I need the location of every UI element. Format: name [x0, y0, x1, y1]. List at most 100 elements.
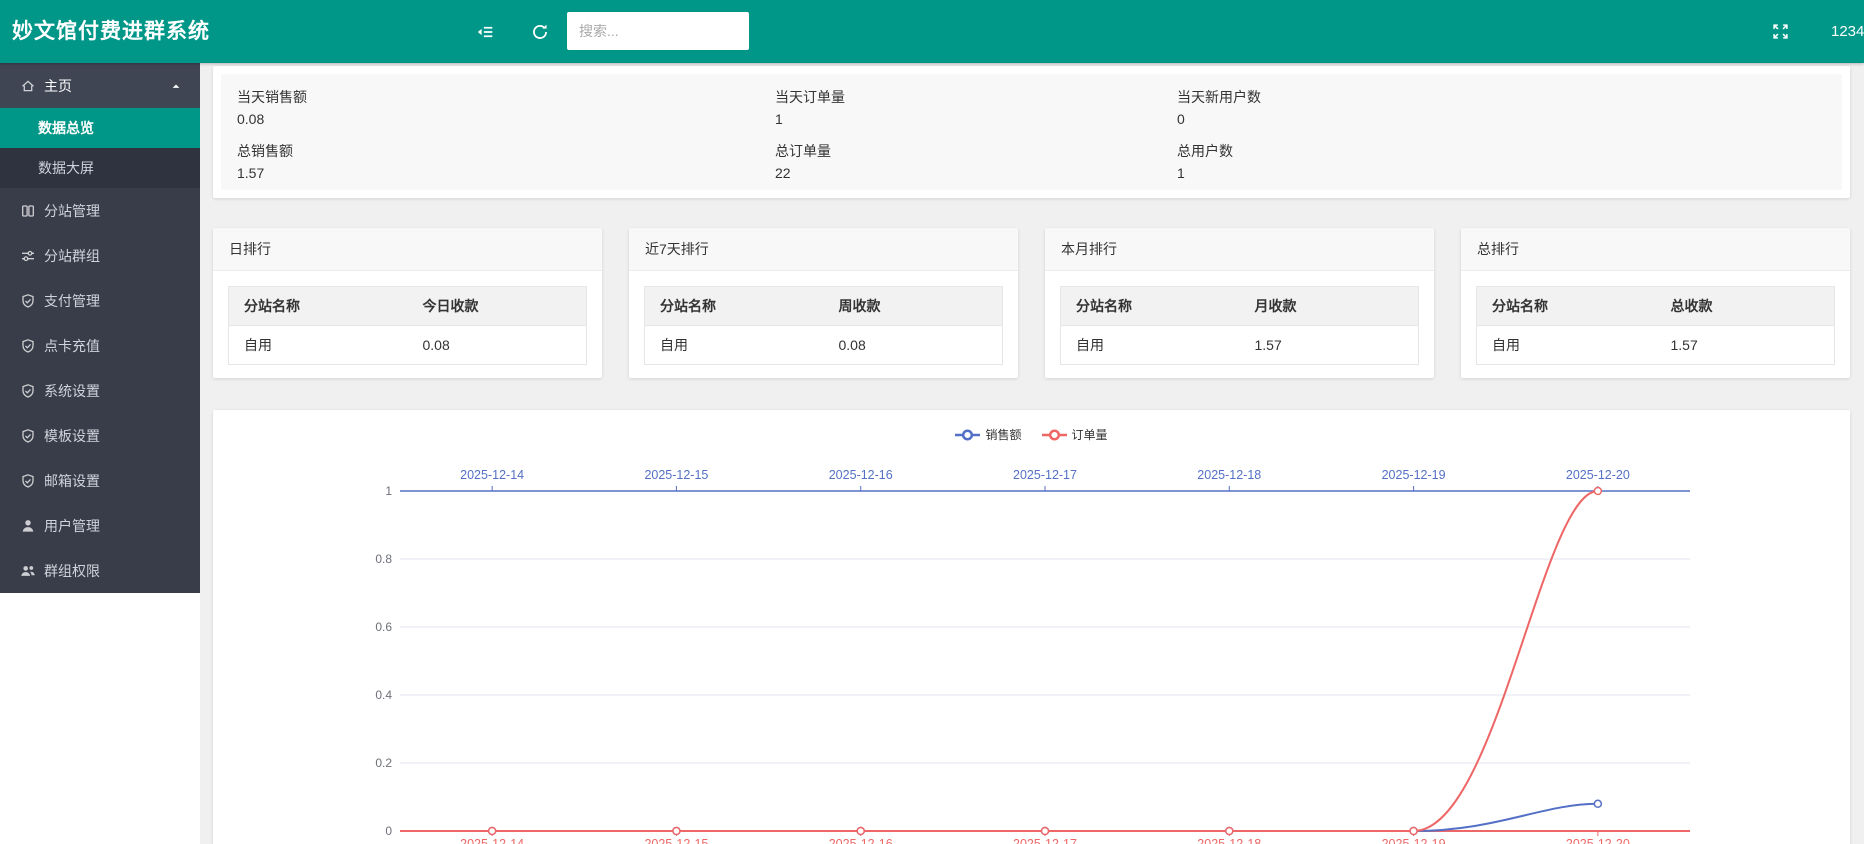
username[interactable]: 12345 [1831, 0, 1864, 63]
svg-text:2025-12-20: 2025-12-20 [1566, 837, 1630, 844]
sidebar-item-4[interactable]: 点卡充值 [0, 323, 200, 368]
chart-card: 销售额 订单量 00.20.40.60.812025-12-142025-12-1… [213, 410, 1850, 844]
ranking-title: 近7天排行 [629, 228, 1018, 271]
stat-1: 当天订单量1 [775, 82, 1177, 136]
shield-check-icon [20, 428, 36, 444]
stat-value: 1.57 [237, 162, 775, 184]
sidebar-item-5[interactable]: 系统设置 [0, 368, 200, 413]
sidebar-item-6[interactable]: 模板设置 [0, 413, 200, 458]
user-icon [20, 518, 36, 534]
app-header: 妙文馆付费进群系统 12345 [0, 0, 1864, 63]
sidebar-item-label: 支付管理 [44, 291, 100, 311]
legend-item-销售额[interactable]: 销售额 [955, 426, 1021, 443]
rankings-row: 日排行分站名称今日收款自用0.08近7天排行分站名称周收款自用0.08本月排行分… [213, 228, 1850, 378]
sidebar-subitem-0-1[interactable]: 数据大屏 [0, 148, 200, 188]
stat-value: 0.08 [237, 108, 775, 130]
menu-toggle-icon[interactable] [467, 0, 503, 63]
ranking-card-2: 本月排行分站名称月收款自用1.57 [1045, 228, 1434, 378]
columns-icon [20, 203, 36, 219]
legend-line-icon [955, 429, 980, 441]
sliders-icon [20, 248, 36, 264]
search-input[interactable] [567, 12, 749, 50]
ranking-table: 分站名称周收款自用0.08 [644, 286, 1003, 365]
stat-value: 1 [775, 108, 1177, 130]
svg-text:2025-12-18: 2025-12-18 [1197, 837, 1261, 844]
ranking-table: 分站名称总收款自用1.57 [1476, 286, 1835, 365]
ranking-table: 分站名称今日收款自用0.08 [228, 286, 587, 365]
users-icon [20, 563, 36, 579]
stat-value: 1 [1177, 162, 1842, 184]
refresh-icon[interactable] [522, 0, 558, 63]
main-content: 当天销售额0.08当天订单量1当天新用户数0总销售额1.57总订单量22总用户数… [200, 63, 1864, 844]
sales-orders-chart: 00.20.40.60.812025-12-142025-12-142025-1… [213, 410, 1850, 844]
svg-text:2025-12-16: 2025-12-16 [829, 837, 893, 844]
stat-label: 总用户数 [1177, 140, 1842, 162]
sidebar-item-0[interactable]: 主页 [0, 63, 200, 108]
svg-text:2025-12-17: 2025-12-17 [1013, 837, 1077, 844]
ranking-title: 总排行 [1461, 228, 1850, 271]
chevron-up-icon [170, 63, 182, 108]
stats-block: 当天销售额0.08当天订单量1当天新用户数0总销售额1.57总订单量22总用户数… [221, 74, 1842, 190]
stat-value: 22 [775, 162, 1177, 184]
stat-label: 总订单量 [775, 140, 1177, 162]
ranking-card-3: 总排行分站名称总收款自用1.57 [1461, 228, 1850, 378]
sidebar-menu: 主页数据总览数据大屏分站管理分站群组支付管理点卡充值系统设置模板设置邮箱设置用户… [0, 63, 200, 593]
chart-legend: 销售额 订单量 [213, 426, 1850, 443]
ranking-table: 分站名称月收款自用1.57 [1060, 286, 1419, 365]
shield-check-icon [20, 473, 36, 489]
svg-text:0: 0 [385, 824, 392, 838]
sidebar-item-2[interactable]: 分站群组 [0, 233, 200, 278]
svg-text:2025-12-15: 2025-12-15 [644, 468, 708, 482]
sidebar-item-label: 分站群组 [44, 246, 100, 266]
stat-0: 当天销售额0.08 [237, 82, 775, 136]
sidebar-item-label: 分站管理 [44, 201, 100, 221]
legend-label: 订单量 [1072, 426, 1108, 443]
stat-label: 当天销售额 [237, 86, 775, 108]
sidebar-item-label: 点卡充值 [44, 336, 100, 356]
sidebar-item-label: 邮箱设置 [44, 471, 100, 491]
sidebar-item-8[interactable]: 用户管理 [0, 503, 200, 548]
ranking-title: 日排行 [213, 228, 602, 271]
svg-text:2025-12-14: 2025-12-14 [460, 468, 524, 482]
sidebar-item-1[interactable]: 分站管理 [0, 188, 200, 233]
table-row: 自用1.57 [1477, 326, 1835, 365]
shield-check-icon [20, 338, 36, 354]
sidebar-subitem-0-0[interactable]: 数据总览 [0, 108, 200, 148]
stat-2: 当天新用户数0 [1177, 82, 1842, 136]
shield-check-icon [20, 383, 36, 399]
svg-text:2025-12-16: 2025-12-16 [829, 468, 893, 482]
svg-text:2025-12-15: 2025-12-15 [644, 837, 708, 844]
svg-text:1: 1 [385, 484, 392, 498]
fullscreen-icon[interactable] [1762, 0, 1798, 63]
home-icon [20, 78, 36, 94]
ranking-card-1: 近7天排行分站名称周收款自用0.08 [629, 228, 1018, 378]
table-row: 自用0.08 [229, 326, 587, 365]
svg-text:2025-12-20: 2025-12-20 [1566, 468, 1630, 482]
legend-item-订单量[interactable]: 订单量 [1042, 426, 1108, 443]
ranking-title: 本月排行 [1045, 228, 1434, 271]
sidebar-item-label: 模板设置 [44, 426, 100, 446]
ranking-card-0: 日排行分站名称今日收款自用0.08 [213, 228, 602, 378]
svg-text:0.6: 0.6 [375, 620, 392, 634]
stat-label: 总销售额 [237, 140, 775, 162]
svg-text:2025-12-14: 2025-12-14 [460, 837, 524, 844]
sidebar-item-label: 主页 [44, 76, 72, 96]
svg-text:2025-12-19: 2025-12-19 [1382, 837, 1446, 844]
stat-5: 总用户数1 [1177, 136, 1842, 190]
sidebar-item-label: 系统设置 [44, 381, 100, 401]
sidebar-subitem-label: 数据总览 [38, 118, 94, 138]
sidebar-item-3[interactable]: 支付管理 [0, 278, 200, 323]
app-window: 妙文馆付费进群系统 12345 主页数据总览数据大屏分站管理分站群组支付管理点卡… [0, 0, 1864, 844]
svg-text:2025-12-19: 2025-12-19 [1382, 468, 1446, 482]
svg-text:0.8: 0.8 [375, 552, 392, 566]
svg-text:0.2: 0.2 [375, 756, 392, 770]
table-row: 自用1.57 [1061, 326, 1419, 365]
shield-check-icon [20, 293, 36, 309]
svg-text:2025-12-17: 2025-12-17 [1013, 468, 1077, 482]
stat-label: 当天订单量 [775, 86, 1177, 108]
stat-3: 总销售额1.57 [237, 136, 775, 190]
legend-label: 销售额 [985, 426, 1021, 443]
sidebar-item-label: 用户管理 [44, 516, 100, 536]
sidebar-item-9[interactable]: 群组权限 [0, 548, 200, 593]
sidebar-item-7[interactable]: 邮箱设置 [0, 458, 200, 503]
